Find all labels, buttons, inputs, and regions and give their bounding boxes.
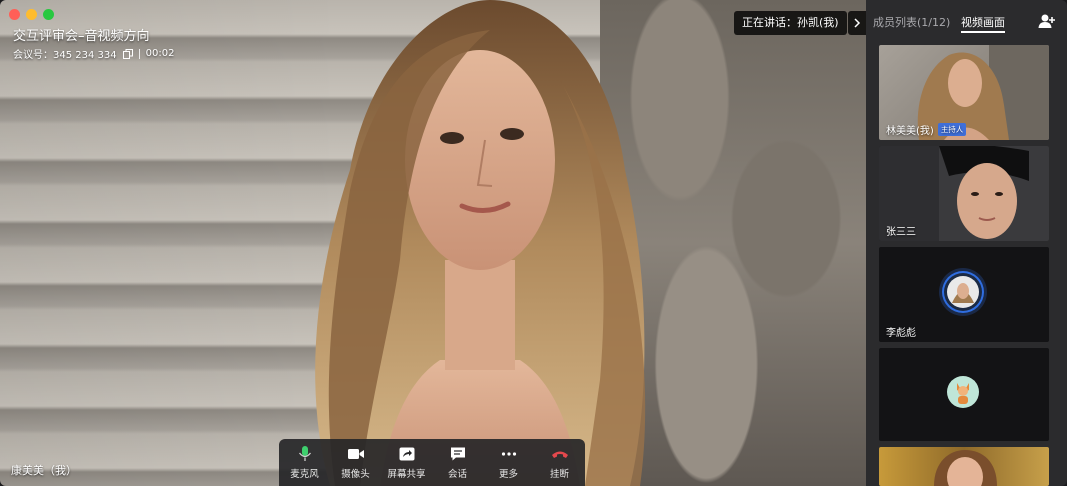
- more-label: 更多: [498, 468, 518, 480]
- meeting-info: 会议号：345 234 334 00:02: [13, 46, 174, 61]
- collapse-panel-button[interactable]: [848, 11, 866, 35]
- chat-icon: [450, 447, 465, 460]
- meeting-id: 会议号：345 234 334: [13, 50, 117, 61]
- tile-label: 张三三: [886, 223, 916, 238]
- tile-label: 李彪彪: [886, 324, 916, 339]
- speaker-video-image: [315, 0, 646, 486]
- video-tile[interactable]: [879, 447, 1049, 486]
- tile-label: 林美美(我) 主持人: [886, 122, 967, 137]
- video-tile[interactable]: 李彪彪: [879, 247, 1049, 342]
- camera-button[interactable]: 摄像头: [330, 439, 381, 486]
- video-tile[interactable]: [879, 348, 1049, 441]
- host-badge: 主持人: [937, 123, 967, 136]
- speaking-indicator: 正在讲话：孙凯(我): [734, 11, 847, 35]
- participant-name: 李彪彪: [886, 328, 916, 339]
- hangup-label: 挂断: [549, 468, 569, 480]
- panel-tabs: 成员列表(1/12) 视频画面: [866, 0, 1067, 40]
- mic-label: 麦克风: [290, 468, 319, 480]
- divider: [138, 48, 140, 59]
- more-icon: [501, 451, 516, 456]
- mic-button[interactable]: 麦克风: [279, 439, 330, 486]
- add-user-icon[interactable]: [1038, 13, 1055, 29]
- more-button[interactable]: 更多: [483, 439, 534, 486]
- main-video: 交互评审会–音视频方向 会议号：345 234 334 00:02 正在讲话：孙…: [0, 0, 866, 486]
- meeting-duration: 00:02: [145, 48, 175, 59]
- microphone-icon: [298, 445, 311, 461]
- tab-video-view[interactable]: 视频画面: [961, 14, 1005, 33]
- chat-button[interactable]: 会话: [432, 439, 483, 486]
- meeting-toolbar: 麦克风 摄像头 屏幕共享 会话 更多 挂断: [279, 439, 585, 486]
- chat-label: 会话: [447, 468, 467, 480]
- screen-share-label: 屏幕共享: [387, 468, 426, 480]
- participant-name: 林美美(我): [886, 126, 934, 137]
- zoom-window-button[interactable]: [43, 9, 54, 20]
- participant-video: [934, 450, 997, 486]
- camera-label: 摄像头: [341, 468, 370, 480]
- avatar: [944, 273, 982, 311]
- local-user-name: 康美美（我）: [11, 464, 77, 477]
- participant-name: 张三三: [886, 227, 916, 238]
- minimize-window-button[interactable]: [26, 9, 37, 20]
- video-tile[interactable]: 林美美(我) 主持人: [879, 45, 1049, 140]
- hangup-icon: [551, 451, 568, 458]
- copy-icon[interactable]: [122, 48, 133, 59]
- meeting-title: 交互评审会–音视频方向: [13, 29, 150, 44]
- window-controls: [9, 9, 54, 20]
- screen-share-button[interactable]: 屏幕共享: [381, 439, 432, 486]
- meeting-window: 交互评审会–音视频方向 会议号：345 234 334 00:02 正在讲话：孙…: [0, 0, 1067, 486]
- chevron-right-icon: [854, 18, 861, 28]
- share-screen-icon: [399, 447, 414, 460]
- avatar: [947, 376, 979, 408]
- tab-member-list[interactable]: 成员列表(1/12): [873, 14, 950, 30]
- hangup-button[interactable]: 挂断: [534, 439, 585, 486]
- video-tile[interactable]: 张三三: [879, 146, 1049, 241]
- camera-icon: [347, 448, 364, 459]
- close-window-button[interactable]: [9, 9, 20, 20]
- side-panel: 成员列表(1/12) 视频画面 林美美(我) 主持人 张三三 李彪彪: [866, 0, 1067, 486]
